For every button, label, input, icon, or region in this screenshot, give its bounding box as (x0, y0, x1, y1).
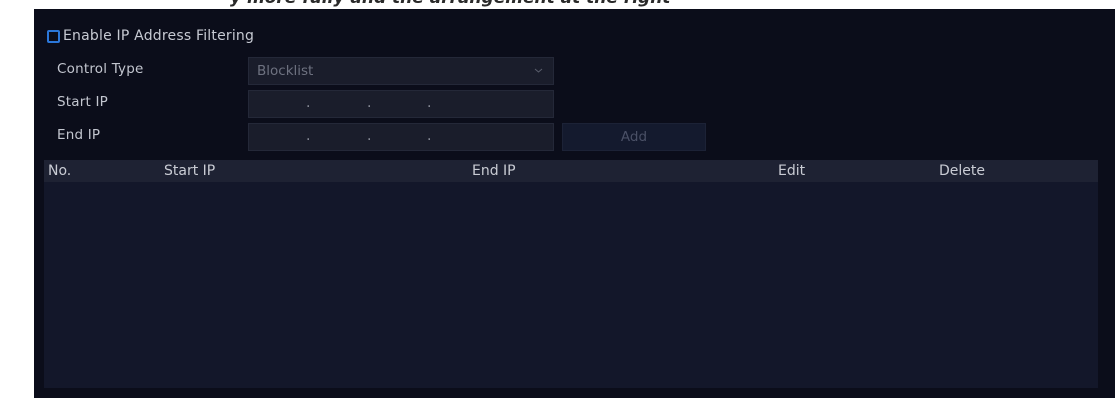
chevron-down-icon (534, 68, 543, 73)
cropped-caption-text: y more fully and the arrangement at the … (230, 0, 670, 8)
ip-separator: . (427, 95, 432, 111)
ip-filter-table: No. Start IP End IP Edit Delete (44, 160, 1098, 388)
control-type-label: Control Type (57, 61, 144, 77)
ip-separator: . (306, 95, 311, 111)
enable-ip-filter-toggle[interactable]: Enable IP Address Filtering (47, 25, 254, 47)
add-button[interactable]: Add (562, 123, 706, 151)
column-header-edit: Edit (778, 163, 806, 179)
ip-separator: . (367, 128, 372, 144)
enable-ip-filter-label: Enable IP Address Filtering (63, 28, 255, 44)
start-ip-input[interactable]: . . . (248, 90, 554, 118)
start-ip-label: Start IP (57, 94, 108, 110)
enable-ip-filter-checkbox[interactable] (47, 29, 60, 43)
column-header-delete: Delete (939, 163, 985, 179)
ip-separator: . (427, 128, 432, 144)
table-header: No. Start IP End IP Edit Delete (44, 160, 1098, 182)
ip-separator: . (367, 95, 372, 111)
end-ip-label: End IP (57, 127, 101, 143)
ip-separator: . (306, 128, 311, 144)
end-ip-input[interactable]: . . . (248, 123, 554, 151)
control-type-select[interactable]: Blocklist (248, 57, 554, 85)
control-type-value: Blocklist (257, 63, 314, 79)
cropped-caption-strip: y more fully and the arrangement at the … (0, 0, 1115, 9)
column-header-start-ip: Start IP (164, 163, 216, 179)
column-header-no: No. (48, 163, 72, 179)
column-header-end-ip: End IP (472, 163, 516, 179)
